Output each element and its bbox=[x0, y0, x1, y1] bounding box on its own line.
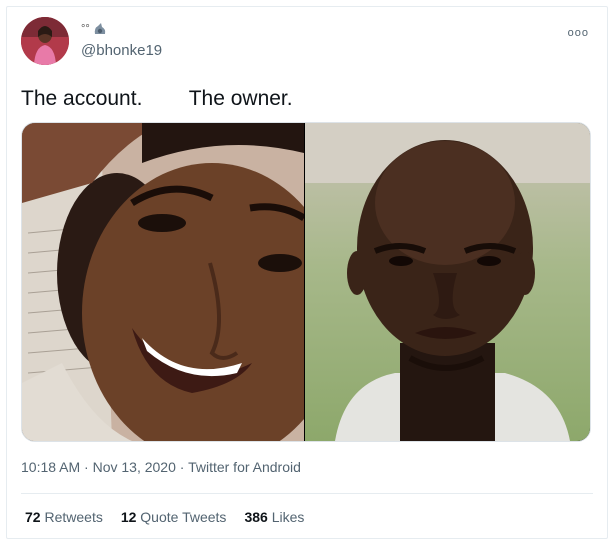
tweet-timestamp[interactable]: 10:18 AM · Nov 13, 2020 · Twitter for An… bbox=[21, 459, 301, 475]
tweet-stats: 72 Retweets 12 Quote Tweets 386 Likes bbox=[25, 509, 304, 525]
tweet-text: The account. The owner. bbox=[21, 87, 293, 110]
media-photo-left[interactable] bbox=[22, 123, 304, 441]
display-name[interactable]: °° bbox=[81, 20, 108, 38]
avatar-image bbox=[21, 17, 69, 65]
media-photo-right[interactable] bbox=[305, 123, 590, 441]
divider bbox=[21, 493, 593, 494]
retweets-count: 72 bbox=[25, 509, 41, 525]
retweets-stat[interactable]: 72 Retweets bbox=[25, 509, 103, 525]
retweets-label: Retweets bbox=[44, 509, 103, 525]
likes-stat[interactable]: 386 Likes bbox=[244, 509, 304, 525]
man-portrait-photo bbox=[305, 123, 590, 441]
quote-tweets-stat[interactable]: 12 Quote Tweets bbox=[121, 509, 227, 525]
tweet-media[interactable] bbox=[21, 122, 591, 442]
user-handle[interactable]: @bhonke19 bbox=[81, 42, 162, 59]
quote-tweets-label: Quote Tweets bbox=[140, 509, 227, 525]
quote-tweets-count: 12 bbox=[120, 509, 137, 525]
blurred-emoji-icon bbox=[94, 23, 106, 34]
smiling-woman-photo bbox=[22, 123, 304, 441]
more-options-icon[interactable]: ooo bbox=[568, 27, 589, 39]
likes-label: Likes bbox=[271, 509, 305, 525]
avatar[interactable] bbox=[21, 17, 69, 65]
tweet-card: °° @bhonke19 ooo The account. The owner. bbox=[6, 6, 608, 539]
display-name-emoji: °° bbox=[81, 23, 90, 35]
likes-count: 386 bbox=[244, 509, 268, 525]
